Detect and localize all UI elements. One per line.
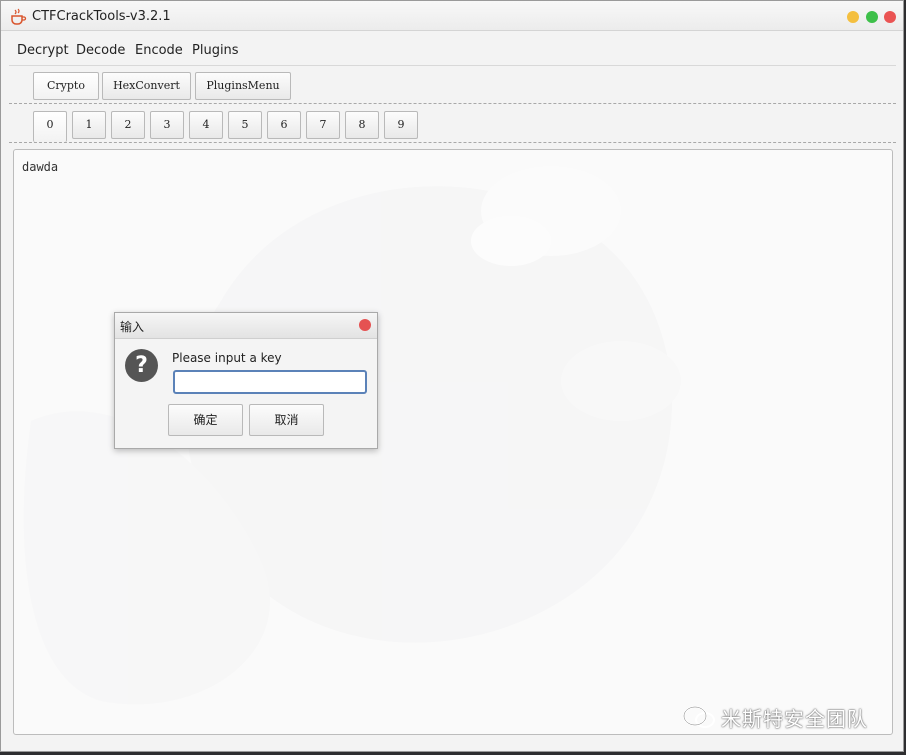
menu-plugins[interactable]: Plugins: [192, 43, 239, 58]
menu-decrypt[interactable]: Decrypt: [17, 43, 69, 58]
watermark-text: 米斯特安全团队: [721, 706, 868, 731]
tab-hexconvert[interactable]: HexConvert: [102, 72, 191, 100]
java-cup-icon: [11, 8, 27, 25]
dialog-title: 输入: [120, 320, 145, 334]
text-area-content: dawda: [22, 160, 59, 174]
menu-divider: [9, 65, 896, 66]
window-title: CTFCrackTools-v3.2.1: [32, 9, 171, 24]
dialog-message: Please input a key: [172, 351, 282, 365]
tab-pluginsmenu[interactable]: PluginsMenu: [195, 72, 291, 100]
cancel-button[interactable]: 取消: [249, 404, 324, 436]
minimize-button[interactable]: [847, 11, 859, 23]
num-tab-2[interactable]: 2: [111, 111, 145, 139]
ok-button[interactable]: 确定: [168, 404, 243, 436]
num-tab-1[interactable]: 1: [72, 111, 106, 139]
menu-bar: Decrypt Decode Encode Plugins: [1, 33, 903, 65]
watermark: 米斯特安全团队: [681, 703, 868, 731]
num-tab-5[interactable]: 5: [228, 111, 262, 139]
num-tab-0[interactable]: 0: [33, 111, 67, 142]
menu-encode[interactable]: Encode: [135, 43, 183, 58]
num-tab-8[interactable]: 8: [345, 111, 379, 139]
num-tab-6[interactable]: 6: [267, 111, 301, 139]
dialog-title-bar[interactable]: 输入: [115, 313, 377, 339]
question-icon: ?: [125, 349, 158, 382]
maximize-button[interactable]: [866, 11, 878, 23]
num-tab-3[interactable]: 3: [150, 111, 184, 139]
key-input[interactable]: [173, 370, 367, 394]
input-dialog: 输入 ? Please input a key 确定 取消: [114, 312, 378, 449]
title-bar[interactable]: CTFCrackTools-v3.2.1: [1, 1, 903, 31]
close-button[interactable]: [884, 11, 896, 23]
num-tab-9[interactable]: 9: [384, 111, 418, 139]
num-tabs-divider: [9, 142, 896, 143]
menu-decode[interactable]: Decode: [76, 43, 125, 58]
app-window: CTFCrackTools-v3.2.1 Decrypt Decode Enco…: [0, 0, 904, 752]
dialog-close-button[interactable]: [359, 319, 371, 331]
wechat-icon: [683, 706, 715, 728]
tab-crypto[interactable]: Crypto: [33, 72, 99, 100]
num-tab-4[interactable]: 4: [189, 111, 223, 139]
num-tab-7[interactable]: 7: [306, 111, 340, 139]
tabs-divider: [9, 103, 896, 104]
